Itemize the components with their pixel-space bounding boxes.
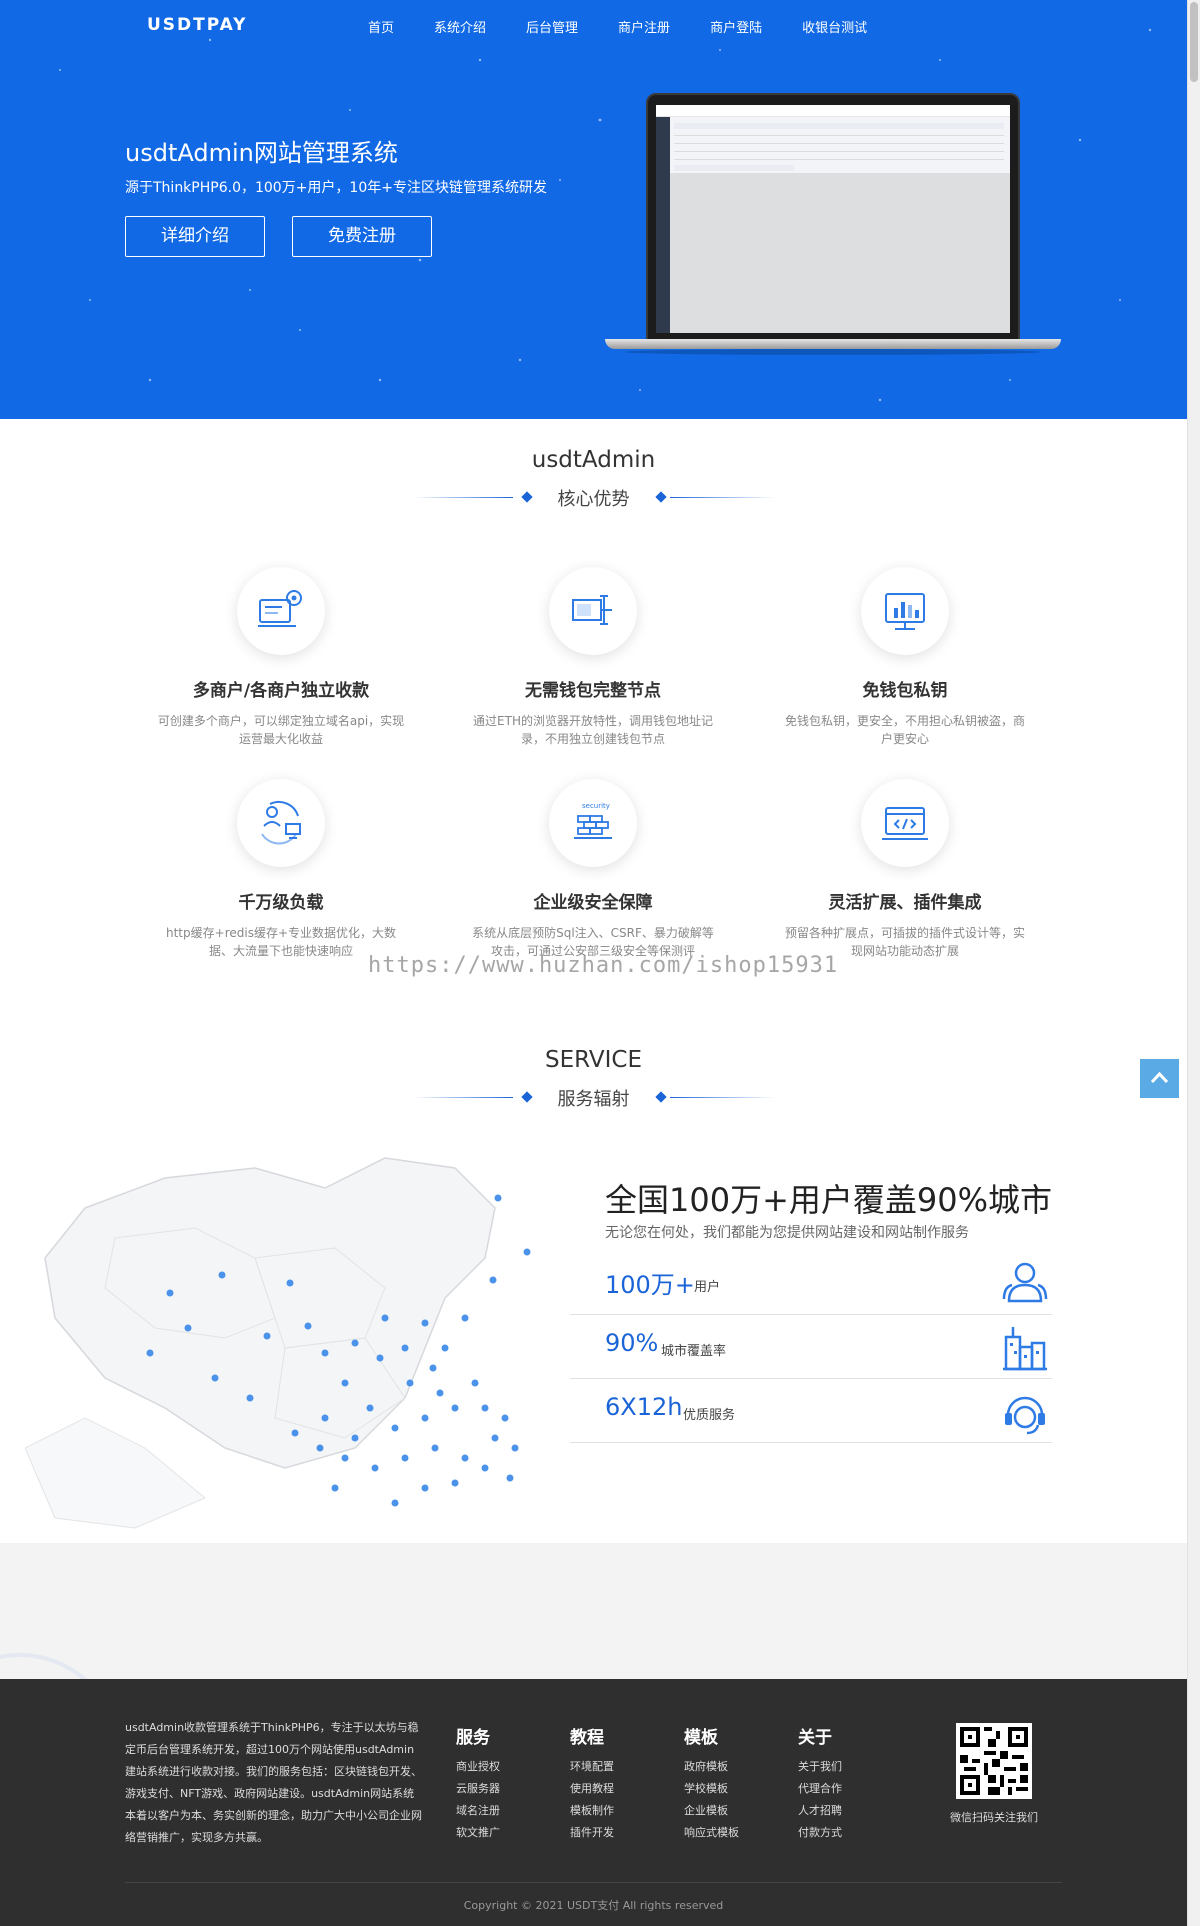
stat-label: 用户 [694,1280,721,1295]
load-balance-icon [261,800,301,845]
footer-link[interactable]: 关于我们 [798,1756,888,1778]
users-icon [1002,1262,1048,1303]
footer-link[interactable]: 域名注册 [456,1800,546,1822]
service-title-en: SERVICE [545,1047,642,1073]
register-button[interactable]: 免费注册 [292,216,432,257]
stat-row-coverage: 90% 城市覆盖率 [570,1315,1052,1379]
service-subline: 无论您在何处，我们都能为您提供网站建设和网站制作服务 [605,1225,969,1241]
hero-banner: USDTPAY 首页 系统介绍 后台管理 商户注册 商户登陆 收银台测试 usd… [0,0,1187,419]
footer-link[interactable]: 软文推广 [456,1822,546,1844]
stat-value: 6X12h [605,1393,683,1421]
logo[interactable]: USDTPAY [147,15,248,35]
footer-link[interactable]: 使用教程 [570,1778,660,1800]
footer-link[interactable]: 商业授权 [456,1756,546,1778]
admin-screenshot [656,105,1010,333]
china-map [25,1157,531,1529]
spacer-band [0,1543,1187,1679]
top-nav: USDTPAY 首页 系统介绍 后台管理 商户注册 商户登陆 收银台测试 [0,0,1187,54]
footer-divider [125,1882,1062,1883]
stat-label: 优质服务 [683,1408,736,1423]
detail-button[interactable]: 详细介绍 [125,216,265,257]
feature-title: 灵活扩展、插件集成 [828,893,982,913]
footer-link[interactable]: 企业模板 [684,1800,774,1822]
footer-column-about: 关于 关于我们 代理合作 人才招聘 付款方式 [798,1723,888,1844]
footer-column-services: 服务 商业授权 云服务器 域名注册 软文推广 [456,1723,546,1844]
merchant-settings-icon [258,590,302,627]
scrollbar-thumb[interactable] [1190,2,1198,82]
feature-desc: 通过ETH的浏览器开放特性，调用钱包地址记录，不用独立创建钱包节点 [473,714,713,746]
feature-desc: 可创建多个商户，可以绑定独立域名api，实现运营最大化收益 [157,714,405,746]
footer-link[interactable]: 插件开发 [570,1822,660,1844]
nav-link-system-intro[interactable]: 系统介绍 [434,17,486,36]
buildings-icon [1003,1327,1047,1371]
qr-caption: 微信扫码关注我们 [950,1811,1038,1824]
feature-title: 企业级安全保障 [533,893,653,913]
divider-right [670,1097,775,1098]
service-headline: 全国100万+用户覆盖90%城市 [605,1181,1053,1219]
feature-desc: 免钱包私钥，更安全，不用担心私钥被盗，商户更安心 [784,714,1025,746]
footer-column-title: 教程 [570,1728,604,1748]
footer-link[interactable]: 响应式模板 [684,1822,774,1844]
advantages-title-en: usdtAdmin [531,447,656,473]
laptop-illustration [605,93,1061,357]
stat-value: 90% [605,1329,659,1357]
footer-link[interactable]: 付款方式 [798,1822,888,1844]
monitor-chart-icon [885,593,925,630]
divider-right [670,497,775,498]
watermark: https://www.huzhan.com/ishop15931 [368,953,839,978]
footer-link[interactable]: 人才招聘 [798,1800,888,1822]
footer-about-text: usdtAdmin收款管理系统于ThinkPHP6，专注于以太坊与稳定币后台管理… [125,1721,422,1844]
page: USDTPAY 首页 系统介绍 后台管理 商户注册 商户登陆 收银台测试 usd… [0,0,1200,1926]
footer-link[interactable]: 学校模板 [684,1778,774,1800]
feature-title: 免钱包私钥 [862,681,948,701]
headset-icon [1005,1396,1045,1435]
footer-column-templates: 模板 政府模板 学校模板 企业模板 响应式模板 [684,1723,774,1844]
wechat-qr-code [956,1723,1032,1799]
nav-link-admin[interactable]: 后台管理 [526,17,578,36]
back-to-top-button[interactable] [1140,1059,1179,1098]
footer: usdtAdmin收款管理系统于ThinkPHP6，专注于以太坊与稳定币后台管理… [0,1679,1187,1926]
footer-column-title: 服务 [456,1728,490,1748]
footer-link[interactable]: 环境配置 [570,1756,660,1778]
stat-row-service: 6X12h 优质服务 [570,1379,1052,1443]
advantages-title-cn: 核心优势 [557,489,630,510]
footer-link[interactable]: 代理合作 [798,1778,888,1800]
footer-column-tutorials: 教程 环境配置 使用教程 模板制作 插件开发 [570,1723,660,1844]
stat-label: 城市覆盖率 [661,1344,727,1359]
feature-title: 多商户/各商户独立收款 [192,681,370,701]
footer-column-title: 模板 [684,1728,718,1748]
footer-link[interactable]: 云服务器 [456,1778,546,1800]
footer-link[interactable]: 模板制作 [570,1800,660,1822]
page-scrollbar[interactable] [1187,0,1200,1926]
chevron-up-icon [1150,1071,1169,1084]
service-title-cn: 服务辐射 [557,1089,630,1110]
nav-link-home[interactable]: 首页 [368,17,394,36]
hero-subtitle: 源于ThinkPHP6.0，100万+用户，10年+专注区块链管理系统研发 [125,180,547,196]
nav-links: 首页 系统介绍 后台管理 商户注册 商户登陆 收银台测试 [368,17,907,36]
stat-row-users: 100万+ 用户 [570,1251,1052,1315]
feature-title: 无需钱包完整节点 [525,681,661,701]
nav-link-cashier-test[interactable]: 收银台测试 [802,17,867,36]
node-icon [572,595,612,625]
footer-link[interactable]: 政府模板 [684,1756,774,1778]
feature-title: 千万级负载 [238,893,324,913]
code-window-icon [882,807,928,840]
footer-column-title: 关于 [798,1728,832,1748]
stat-value: 100万+ [605,1271,695,1299]
nav-link-merchant-register[interactable]: 商户注册 [618,17,670,36]
svg-text:security: security [582,802,610,810]
security-wall-icon: security [574,802,612,839]
copyright: Copyright © 2021 USDT支付 All rights reser… [463,1899,724,1912]
nav-link-merchant-login[interactable]: 商户登陆 [710,17,762,36]
hero-title: usdtAdmin网站管理系统 [125,139,398,167]
